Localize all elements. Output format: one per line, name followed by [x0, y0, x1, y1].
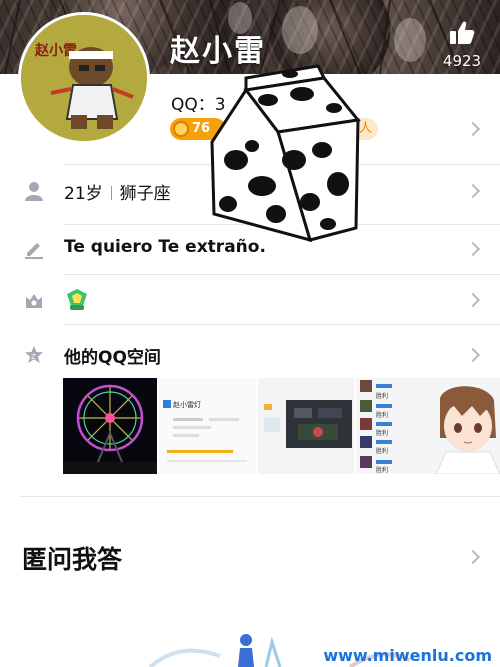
chevron-right-icon	[465, 241, 481, 257]
svg-text:Z: Z	[31, 353, 36, 361]
avatar[interactable]: 赵小雷	[18, 12, 150, 144]
chevron-right-icon	[465, 292, 481, 308]
green-gem-badge-icon	[67, 289, 87, 310]
like-count: 4923	[442, 52, 482, 70]
like-button[interactable]: 4923	[438, 20, 486, 70]
ferris-wheel-photo	[63, 378, 157, 474]
divider	[64, 324, 500, 325]
avatar-illustration: 赵小雷	[21, 15, 147, 141]
qzone-star-icon: Z	[25, 346, 43, 363]
thumbnail-match-results[interactable]: 胜利 胜利 胜利 胜利 胜利	[356, 378, 500, 474]
age-label: 21岁	[64, 184, 103, 204]
profile-screenshot-image: 赵小雷灯	[159, 378, 256, 474]
milk-carton-sticker	[210, 64, 361, 243]
result-label: 胜利	[376, 447, 388, 455]
divider	[20, 496, 500, 497]
qa-title[interactable]: 匿问我答	[22, 540, 122, 576]
chevron-right-icon[interactable]	[465, 549, 481, 565]
row-privileges[interactable]	[0, 275, 500, 325]
result-label: 胜利	[376, 392, 388, 400]
chevron-right-icon	[465, 347, 481, 363]
qzone-thumbnails[interactable]: 赵小雷灯 胜利 胜利 胜利 胜利 胜利	[63, 378, 500, 474]
person-icon	[25, 182, 43, 201]
thumb-up-icon	[450, 21, 475, 44]
crown-icon	[26, 294, 42, 308]
row-qzone[interactable]: Z 他的QQ空间	[0, 330, 500, 380]
thumbnail-ferris-wheel[interactable]	[63, 378, 157, 474]
coin-icon	[173, 121, 189, 137]
thumbnail-profile-screenshot[interactable]: 赵小雷灯	[159, 378, 256, 474]
anime-boy-illustration	[435, 386, 500, 474]
result-label: 胜利	[376, 466, 388, 474]
thumbnail-game-screenshot[interactable]	[258, 378, 354, 474]
chevron-right-icon[interactable]	[465, 121, 481, 137]
result-label: 胜利	[376, 411, 388, 419]
result-label: 胜利	[376, 429, 388, 437]
pencil-icon	[25, 243, 43, 259]
separator	[110, 186, 112, 200]
chevron-right-icon	[465, 183, 481, 199]
thumb-name-text: 赵小雷灯	[173, 400, 201, 409]
match-results-image: 胜利 胜利 胜利 胜利 胜利	[356, 378, 500, 474]
zodiac-label: 狮子座	[119, 184, 171, 204]
watermark: www.miwenlu.com	[323, 646, 492, 665]
game-screenshot-image	[258, 378, 354, 474]
qzone-title: 他的QQ空间	[64, 348, 161, 368]
